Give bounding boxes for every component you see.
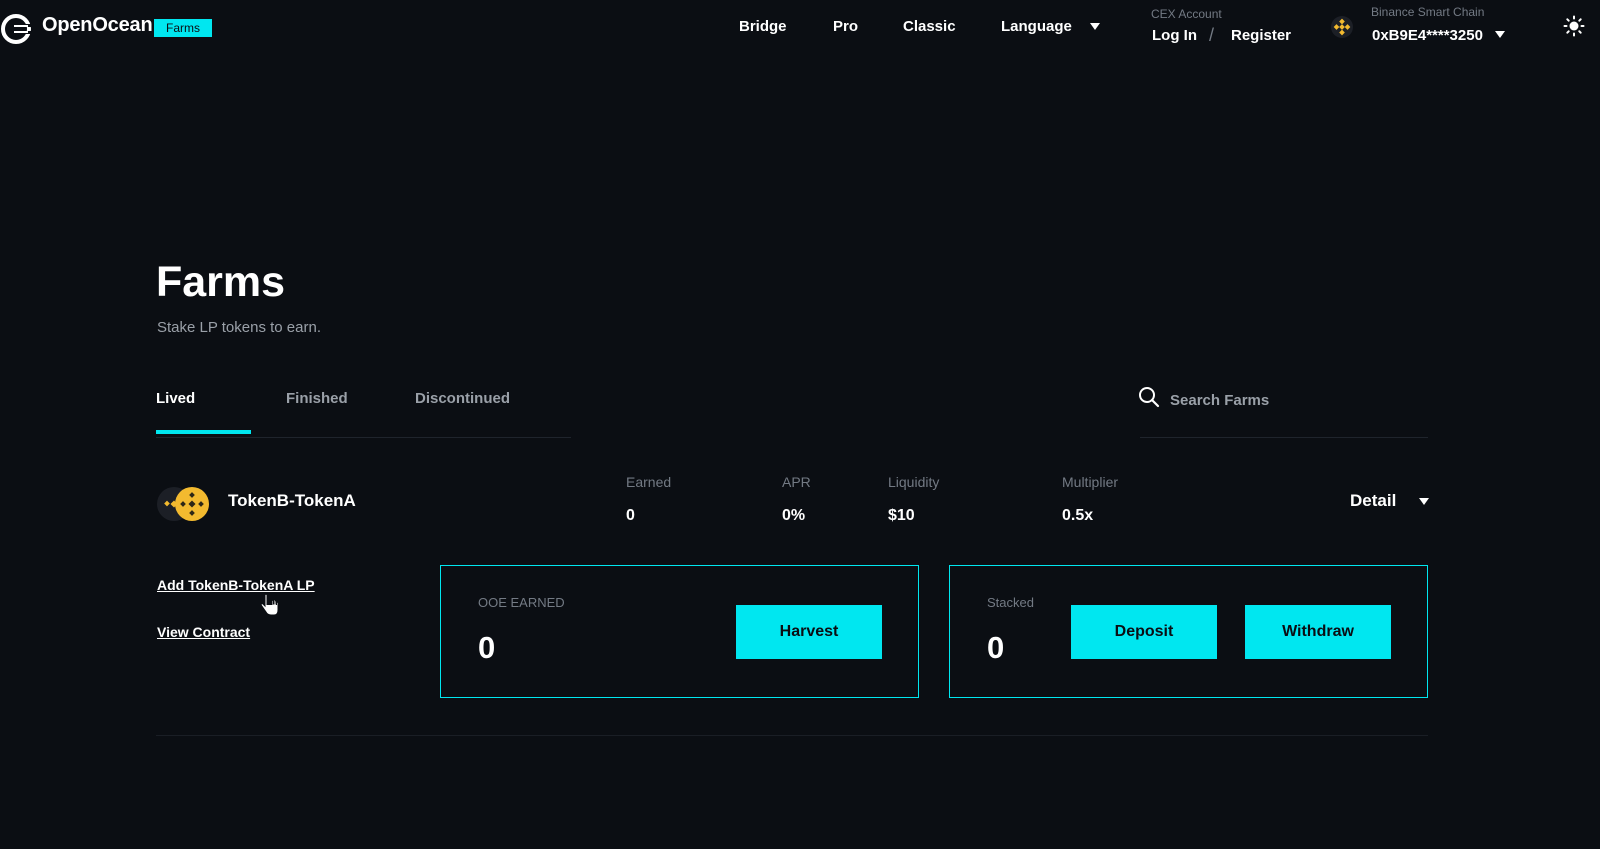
farms-page: OpenOcean Farms Bridge Pro Classic Langu…	[0, 0, 1600, 849]
harvest-button[interactable]: Harvest	[736, 605, 882, 659]
farm-row-divider	[156, 735, 1428, 736]
active-tab-indicator	[156, 430, 251, 434]
tab-finished[interactable]: Finished	[286, 390, 348, 407]
earned-panel-value: 0	[478, 630, 496, 665]
search-icon	[1139, 387, 1160, 408]
chevron-down-icon[interactable]	[1090, 23, 1100, 30]
nav-language[interactable]: Language	[1001, 18, 1072, 35]
detail-toggle[interactable]: Detail	[1350, 491, 1396, 511]
page-title: Farms	[156, 258, 286, 306]
earned-label: Earned	[626, 474, 672, 490]
nav-pro[interactable]: Pro	[833, 18, 858, 35]
staked-panel: Stacked 0 Deposit Withdraw	[949, 565, 1428, 698]
login-link[interactable]: Log In	[1152, 27, 1197, 44]
chevron-down-icon[interactable]	[1495, 31, 1505, 38]
liquidity-value: $10	[888, 507, 915, 524]
staked-panel-value: 0	[987, 630, 1005, 665]
apr-label: APR	[782, 474, 811, 490]
logo-text[interactable]: OpenOcean	[42, 14, 153, 37]
hand-cursor-icon	[260, 593, 279, 616]
sun-theme-icon[interactable]	[1563, 15, 1585, 37]
add-lp-link[interactable]: Add TokenB-TokenA LP	[157, 577, 315, 593]
view-contract-link[interactable]: View Contract	[157, 624, 250, 640]
chevron-down-icon[interactable]	[1419, 498, 1429, 505]
deposit-button[interactable]: Deposit	[1071, 605, 1217, 659]
search-farms-input[interactable]	[1168, 387, 1422, 413]
token-pair-icon	[157, 487, 209, 521]
wallet-address[interactable]: 0xB9E4****3250	[1372, 27, 1483, 44]
page-subtitle: Stake LP tokens to earn.	[157, 319, 321, 336]
nav-bridge[interactable]: Bridge	[739, 18, 787, 35]
login-separator: /	[1209, 25, 1215, 45]
chain-name: Binance Smart Chain	[1371, 5, 1485, 19]
staked-panel-label: Stacked	[987, 595, 1034, 610]
top-navbar: OpenOcean Farms Bridge Pro Classic Langu…	[0, 0, 1600, 56]
earned-value: 0	[626, 507, 635, 524]
tab-discontinued[interactable]: Discontinued	[415, 390, 510, 407]
farm-pair-name: TokenB-TokenA	[228, 491, 356, 510]
bnb-chain-icon[interactable]	[1331, 16, 1353, 38]
earned-panel: OOE EARNED 0 Harvest	[440, 565, 919, 698]
tabs-divider	[156, 437, 571, 438]
apr-value: 0%	[782, 507, 806, 524]
nav-classic[interactable]: Classic	[903, 18, 956, 35]
cex-account-label: CEX Account	[1151, 7, 1222, 21]
liquidity-label: Liquidity	[888, 474, 940, 490]
farms-badge: Farms	[154, 19, 212, 37]
withdraw-button[interactable]: Withdraw	[1245, 605, 1391, 659]
earned-panel-label: OOE EARNED	[478, 595, 565, 610]
register-link[interactable]: Register	[1231, 27, 1291, 44]
tab-lived[interactable]: Lived	[156, 390, 195, 407]
search-underline	[1140, 437, 1428, 438]
multiplier-label: Multiplier	[1062, 474, 1119, 490]
openocean-logo-icon[interactable]	[0, 12, 34, 46]
multiplier-value: 0.5x	[1062, 507, 1094, 524]
